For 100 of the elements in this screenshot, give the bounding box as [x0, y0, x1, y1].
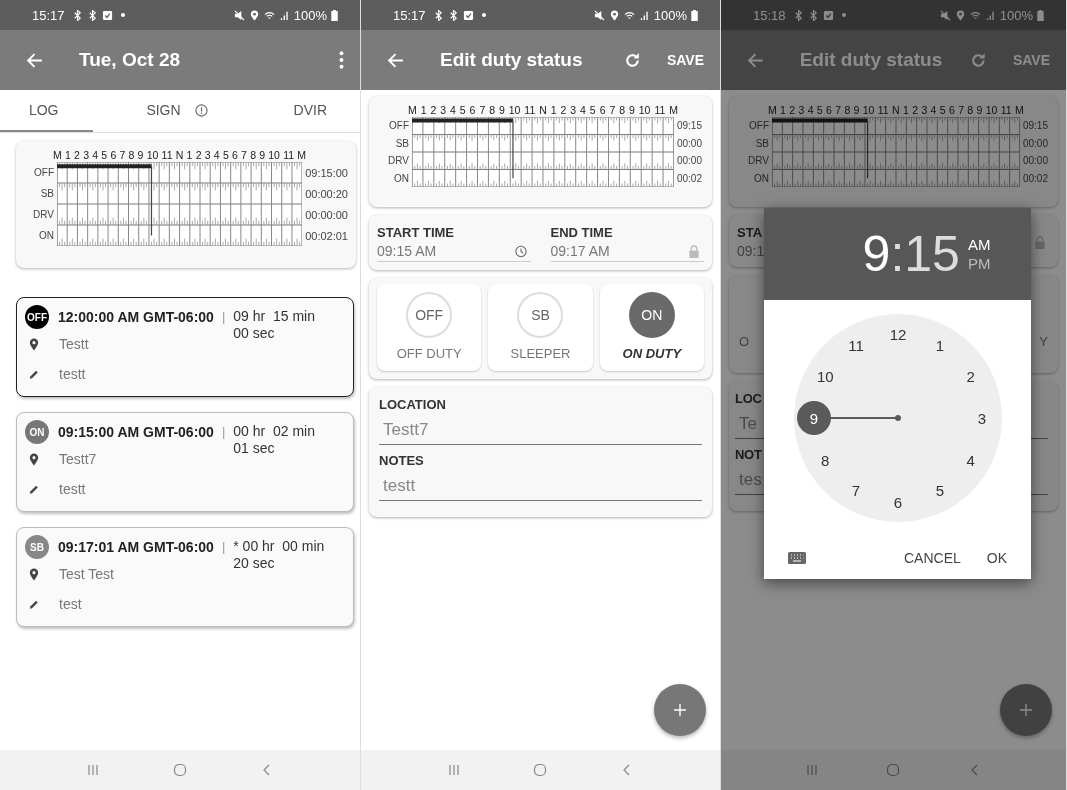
- hour-label: 1: [65, 149, 71, 161]
- hour-label: 9: [853, 104, 860, 116]
- entry-time: 12:00:00 AM GMT-06:00: [58, 309, 214, 325]
- save-button[interactable]: SAVE: [654, 48, 704, 72]
- dial-number[interactable]: 12: [881, 317, 915, 351]
- hour-label: 10: [862, 104, 875, 116]
- home-icon[interactable]: [173, 763, 187, 777]
- minute-display[interactable]: 15: [904, 225, 960, 283]
- screen-title: Edit duty status: [440, 49, 583, 71]
- dialog-button[interactable]: CANCEL: [893, 544, 971, 572]
- back-arrow-icon[interactable]: [387, 51, 404, 69]
- refresh-icon[interactable]: [623, 51, 641, 69]
- hour-label: 8: [844, 104, 851, 116]
- tab[interactable]: LOG: [0, 90, 94, 132]
- recent-apps-icon[interactable]: [447, 763, 462, 777]
- hour-label: 7: [241, 149, 247, 161]
- clock-time: 15:17: [32, 7, 65, 23]
- hour-label: 8: [619, 104, 626, 116]
- keyboard-icon[interactable]: [788, 552, 806, 564]
- row-total: 00:00: [1022, 155, 1048, 167]
- hour-label: 4: [580, 104, 586, 116]
- hour-label: 11: [283, 149, 295, 161]
- hour-label: 5: [222, 149, 229, 161]
- recent-apps-icon[interactable]: [86, 763, 101, 777]
- hour-label: 6: [599, 104, 606, 116]
- duty-status-option[interactable]: OFF OFF DUTY: [377, 284, 482, 371]
- dialog-button[interactable]: OK: [976, 544, 1017, 572]
- more-options-icon[interactable]: [339, 51, 344, 69]
- hour-label: 1: [780, 104, 786, 116]
- log-entry-card[interactable]: OFF 12:00:00 AM GMT-06:00 | 09 hr 15 min 00 sec Testt testt: [16, 297, 354, 397]
- separator-text: |: [221, 424, 226, 439]
- hour-label: 5: [101, 149, 108, 161]
- hour-label: 10: [268, 149, 280, 161]
- hour-display[interactable]: 9: [862, 225, 891, 283]
- entry-location: Testt7: [59, 451, 97, 467]
- row-total: 00:02: [1022, 172, 1048, 184]
- checkbox-icon: [101, 9, 113, 21]
- entry-time: 09:15:00 AM GMT-06:00: [58, 424, 214, 440]
- refresh-icon[interactable]: [970, 51, 987, 69]
- back-arrow-icon[interactable]: [26, 51, 43, 69]
- dial-number[interactable]: 3: [965, 401, 999, 435]
- plus-icon: [673, 703, 687, 717]
- recent-apps-icon[interactable]: [804, 763, 819, 777]
- field-label: NOT: [735, 447, 762, 462]
- clock-face[interactable]: 12 1 2 3 4 5 6 7 8 9 10 11: [794, 314, 1002, 522]
- separator-text: |: [221, 309, 226, 324]
- hour-label: 8: [489, 104, 495, 116]
- dial-number[interactable]: 6: [881, 485, 915, 519]
- entry-duration: * 00 hr 00 min 20 sec: [233, 538, 325, 572]
- mute-icon: [593, 9, 605, 21]
- hour-label: 9: [259, 149, 266, 161]
- hour-label: 1: [903, 104, 909, 116]
- duty-status-option[interactable]: ON ON DUTY: [599, 284, 704, 371]
- field-label: END TIME: [550, 225, 613, 240]
- hour-label: M: [408, 104, 417, 116]
- wifi-icon: [969, 9, 981, 21]
- period-toggle[interactable]: PM: [965, 254, 993, 273]
- log-entry-card[interactable]: SB 09:17:01 AM GMT-06:00 | * 00 hr 00 min 20 sec Test Test test: [16, 527, 354, 627]
- period-toggle[interactable]: AM: [965, 235, 993, 254]
- back-arrow-icon[interactable]: [747, 51, 764, 69]
- hour-label: 5: [459, 104, 466, 116]
- hour-label: 5: [589, 104, 596, 116]
- hour-label: 6: [469, 104, 476, 116]
- hour-label: 7: [609, 104, 616, 116]
- dial-number[interactable]: 9: [797, 401, 831, 435]
- time-field: 09:17 AM: [550, 243, 704, 262]
- entry-note: test: [59, 596, 82, 612]
- row-label: OFF: [33, 167, 54, 178]
- location-icon: [608, 9, 620, 21]
- row-label: OFF: [748, 120, 769, 132]
- screen-title: Edit duty status: [799, 49, 943, 71]
- battery-icon: [691, 9, 698, 21]
- row-label: ON: [38, 230, 54, 241]
- hour-label: 7: [479, 104, 486, 116]
- hour-label: 9: [976, 104, 983, 116]
- add-button[interactable]: [1000, 684, 1052, 736]
- hour-label: 3: [204, 149, 211, 161]
- battery-icon: [1037, 9, 1044, 21]
- hour-label: 11: [877, 104, 889, 116]
- row-label: SB: [754, 137, 769, 149]
- tab[interactable]: DVIR: [226, 90, 360, 132]
- location-pin-icon: [29, 452, 39, 466]
- log-entry-card[interactable]: ON 09:15:00 AM GMT-06:00 | 00 hr 02 min 01 sec Testt7 testt: [16, 412, 354, 512]
- tab[interactable]: SIGN: [93, 90, 227, 132]
- battery-level: 100%: [653, 7, 687, 23]
- battery-level: 100%: [999, 7, 1033, 23]
- home-icon[interactable]: [533, 763, 548, 777]
- mute-icon: [233, 9, 245, 21]
- clock-center-dot: [895, 415, 901, 421]
- duty-status-option[interactable]: SB SLEEPER: [488, 284, 593, 371]
- row-label: ON: [753, 172, 769, 184]
- hour-label: 11: [161, 149, 173, 161]
- time-field[interactable]: 09:15 AM: [377, 243, 531, 262]
- hour-label: 8: [250, 149, 256, 161]
- add-button[interactable]: [654, 684, 706, 736]
- home-icon[interactable]: [886, 763, 901, 777]
- row-total: 09:15: [1022, 120, 1048, 132]
- row-label: DRV: [32, 209, 54, 220]
- hour-label: 6: [231, 149, 238, 161]
- field-label: START TIME: [377, 225, 455, 240]
